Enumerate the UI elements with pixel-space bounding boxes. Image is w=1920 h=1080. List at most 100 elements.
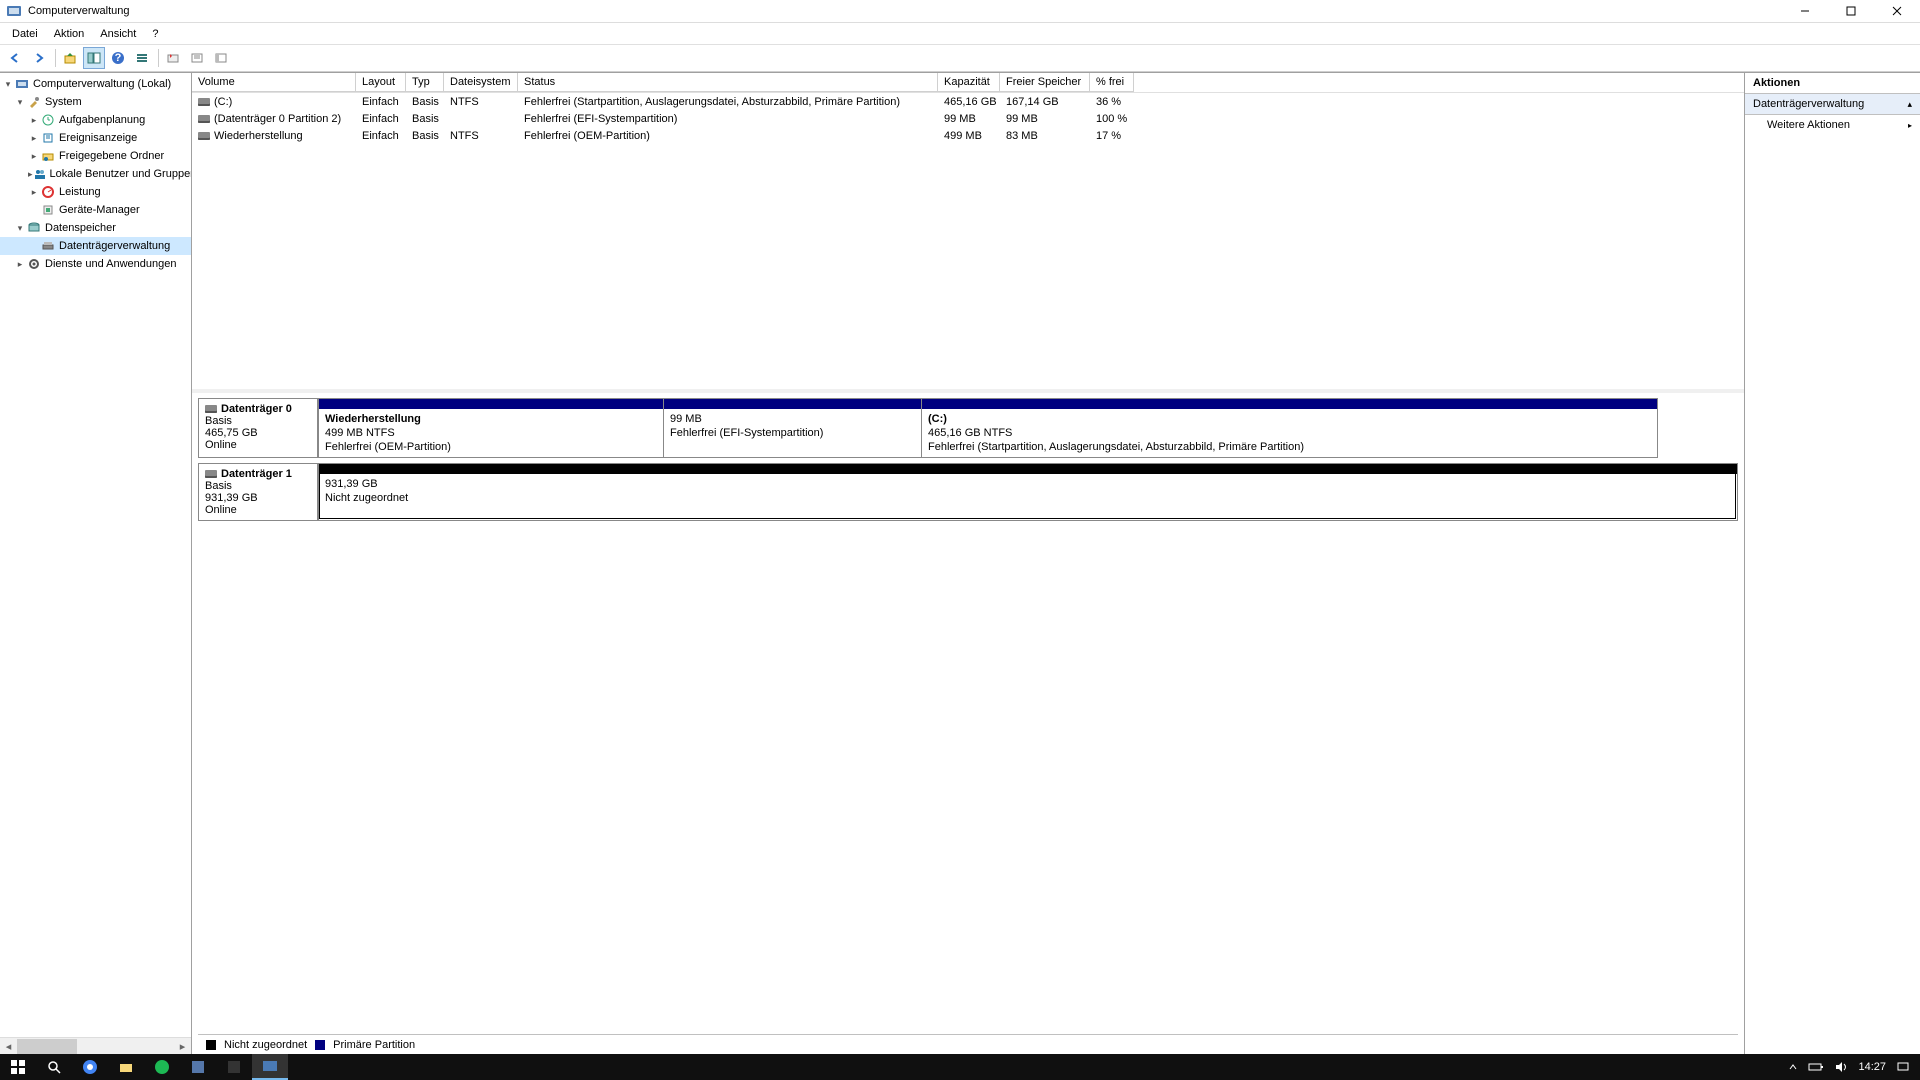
tree-storage[interactable]: ▾ Datenspeicher: [0, 219, 191, 237]
expand-icon[interactable]: ▸: [28, 151, 40, 162]
title-bar: Computerverwaltung: [0, 0, 1920, 23]
show-tree-button[interactable]: [83, 47, 105, 69]
expand-icon[interactable]: ▸: [14, 259, 26, 270]
taskbar-app-2[interactable]: [216, 1054, 252, 1080]
tree-disk-management[interactable]: Datenträgerverwaltung: [0, 237, 191, 255]
storage-icon: [26, 220, 42, 236]
tree-task-scheduler[interactable]: ▸ Aufgabenplanung: [0, 111, 191, 129]
scroll-left-icon[interactable]: ◂: [0, 1038, 17, 1055]
col-pctfree[interactable]: % frei: [1090, 73, 1134, 92]
tree-event-viewer-label: Ereignisanzeige: [59, 132, 137, 144]
volume-row[interactable]: (C:) Einfach Basis NTFS Fehlerfrei (Star…: [192, 93, 1744, 110]
disk-0-partition-3[interactable]: (C:) 465,16 GB NTFS Fehlerfrei (Startpar…: [921, 399, 1657, 457]
disk-0-state: Online: [205, 439, 311, 451]
volume-fs: NTFS: [444, 96, 518, 108]
partition-size: 931,39 GB: [325, 477, 1731, 491]
scroll-track[interactable]: [17, 1038, 174, 1055]
col-type[interactable]: Typ: [406, 73, 444, 92]
volume-row[interactable]: Wiederherstellung Einfach Basis NTFS Feh…: [192, 127, 1744, 144]
collapse-icon[interactable]: ▾: [14, 223, 26, 234]
volume-row[interactable]: (Datenträger 0 Partition 2) Einfach Basi…: [192, 110, 1744, 127]
view-details-button[interactable]: [131, 47, 153, 69]
search-button[interactable]: [36, 1054, 72, 1080]
taskbar-chrome[interactable]: [72, 1054, 108, 1080]
col-layout[interactable]: Layout: [356, 73, 406, 92]
col-volume[interactable]: Volume: [192, 73, 356, 92]
back-button[interactable]: [4, 47, 26, 69]
nav-tree: ▾ Computerverwaltung (Lokal) ▾ System ▸ …: [0, 73, 191, 273]
scroll-thumb[interactable]: [17, 1039, 77, 1054]
disk-0-type: Basis: [205, 415, 311, 427]
tree-device-manager[interactable]: Geräte-Manager: [0, 201, 191, 219]
taskbar-explorer[interactable]: [108, 1054, 144, 1080]
actions-section-label: Datenträgerverwaltung: [1753, 98, 1864, 110]
clock-icon: [40, 112, 56, 128]
scroll-right-icon[interactable]: ▸: [174, 1038, 191, 1055]
disk-1-info[interactable]: Datenträger 1 Basis 931,39 GB Online: [198, 463, 318, 521]
expand-icon[interactable]: ▸: [28, 187, 40, 198]
disk-0-partition-1[interactable]: Wiederherstellung 499 MB NTFS Fehlerfrei…: [318, 399, 663, 457]
tray-battery-icon[interactable]: [1808, 1062, 1824, 1072]
actions-header: Aktionen: [1745, 73, 1920, 94]
menu-action[interactable]: Aktion: [46, 26, 93, 42]
tray-clock[interactable]: 14:27: [1858, 1061, 1886, 1073]
disk-icon: [205, 470, 217, 478]
collapse-icon[interactable]: ▾: [2, 79, 14, 90]
tray-notifications-icon[interactable]: [1896, 1061, 1910, 1073]
help-toolbar-button[interactable]: ?: [107, 47, 129, 69]
start-button[interactable]: [0, 1054, 36, 1080]
toolbar-separator: [55, 49, 56, 67]
tree-performance[interactable]: ▸ Leistung: [0, 183, 191, 201]
actions-more[interactable]: Weitere Aktionen ▸: [1745, 115, 1920, 135]
tree-shared-folders-label: Freigegebene Ordner: [59, 150, 164, 162]
chevron-up-icon: ▴: [1907, 99, 1912, 110]
tray-chevron-icon[interactable]: [1788, 1062, 1798, 1072]
minimize-button[interactable]: [1782, 0, 1828, 23]
close-button[interactable]: [1874, 0, 1920, 23]
partition-status: Fehlerfrei (EFI-Systempartition): [670, 426, 915, 440]
taskbar-spotify[interactable]: [144, 1054, 180, 1080]
users-icon: [33, 166, 47, 182]
tree-services[interactable]: ▸ Dienste und Anwendungen: [0, 255, 191, 273]
expand-icon[interactable]: ▸: [28, 115, 40, 126]
performance-icon: [40, 184, 56, 200]
refresh-button[interactable]: [162, 47, 184, 69]
volume-free: 83 MB: [1000, 130, 1090, 142]
volume-layout: Einfach: [356, 113, 406, 125]
menu-help[interactable]: ?: [144, 26, 166, 42]
list-toolbar-button[interactable]: [210, 47, 232, 69]
tree-scrollbar[interactable]: ◂ ▸: [0, 1037, 191, 1054]
tree-shared-folders[interactable]: ▸ Freigegebene Ordner: [0, 147, 191, 165]
col-status[interactable]: Status: [518, 73, 938, 92]
up-button[interactable]: [59, 47, 81, 69]
expand-icon[interactable]: ▸: [28, 133, 40, 144]
tree-event-viewer[interactable]: ▸ Ereignisanzeige: [0, 129, 191, 147]
disk-0-partition-2[interactable]: 99 MB Fehlerfrei (EFI-Systempartition): [663, 399, 921, 457]
col-filesystem[interactable]: Dateisystem: [444, 73, 518, 92]
collapse-icon[interactable]: ▾: [14, 97, 26, 108]
volume-pctfree: 17 %: [1090, 130, 1134, 142]
col-free[interactable]: Freier Speicher: [1000, 73, 1090, 92]
legend-swatch-unallocated: [206, 1040, 216, 1050]
partition-size: 499 MB NTFS: [325, 426, 657, 440]
disk-1-partition-1[interactable]: 931,39 GB Nicht zugeordnet: [318, 464, 1737, 520]
window-title: Computerverwaltung: [28, 5, 1782, 17]
settings-toolbar-button[interactable]: [186, 47, 208, 69]
tree-system[interactable]: ▾ System: [0, 93, 191, 111]
menu-file[interactable]: Datei: [4, 26, 46, 42]
disk-0-info[interactable]: Datenträger 0 Basis 465,75 GB Online: [198, 398, 318, 458]
tree-root[interactable]: ▾ Computerverwaltung (Lokal): [0, 75, 191, 93]
tree-local-users-label: Lokale Benutzer und Gruppen: [50, 168, 192, 180]
menu-view[interactable]: Ansicht: [92, 26, 144, 42]
disk-1-title: Datenträger 1: [221, 468, 292, 480]
actions-section[interactable]: Datenträgerverwaltung ▴: [1745, 94, 1920, 115]
tray-volume-icon[interactable]: [1834, 1061, 1848, 1073]
taskbar-app-1[interactable]: [180, 1054, 216, 1080]
taskbar-compmgmt[interactable]: [252, 1054, 288, 1080]
menu-bar: Datei Aktion Ansicht ?: [0, 23, 1920, 44]
maximize-button[interactable]: [1828, 0, 1874, 23]
forward-button[interactable]: [28, 47, 50, 69]
col-capacity[interactable]: Kapazität: [938, 73, 1000, 92]
tree-local-users[interactable]: ▸ Lokale Benutzer und Gruppen: [0, 165, 191, 183]
disk-map-spacer: [192, 521, 1744, 1028]
